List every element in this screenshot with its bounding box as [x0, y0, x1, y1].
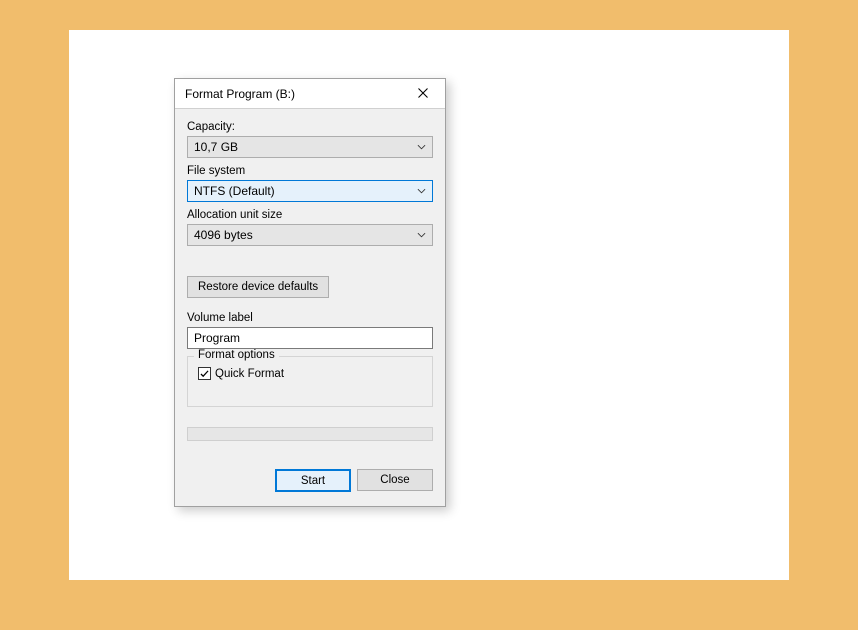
quick-format-row[interactable]: Quick Format: [198, 367, 422, 380]
button-row: Start Close: [187, 469, 433, 492]
window-title: Format Program (B:): [185, 87, 295, 101]
filesystem-dropdown[interactable]: NTFS (Default): [187, 180, 433, 202]
filesystem-label: File system: [187, 165, 433, 177]
capacity-label: Capacity:: [187, 121, 433, 133]
chevron-down-icon: [417, 188, 426, 194]
format-dialog: Format Program (B:) Capacity: 10,7 GB Fi…: [174, 78, 446, 507]
volume-label-value: Program: [194, 331, 240, 345]
dialog-body: Capacity: 10,7 GB File system NTFS (Defa…: [175, 109, 445, 506]
quick-format-label: Quick Format: [215, 368, 284, 380]
capacity-dropdown[interactable]: 10,7 GB: [187, 136, 433, 158]
format-options-group: Format options Quick Format: [187, 356, 433, 407]
chevron-down-icon: [417, 232, 426, 238]
filesystem-value: NTFS (Default): [194, 184, 275, 198]
volume-label-caption: Volume label: [187, 312, 433, 324]
checkmark-icon: [200, 370, 209, 378]
close-button[interactable]: Close: [357, 469, 433, 491]
format-options-legend: Format options: [194, 349, 279, 361]
allocation-value: 4096 bytes: [194, 228, 253, 242]
capacity-value: 10,7 GB: [194, 140, 238, 154]
volume-label-input[interactable]: Program: [187, 327, 433, 349]
chevron-down-icon: [417, 144, 426, 150]
allocation-label: Allocation unit size: [187, 209, 433, 221]
progress-bar: [187, 427, 433, 441]
restore-defaults-button[interactable]: Restore device defaults: [187, 276, 329, 298]
close-icon: [418, 87, 428, 101]
allocation-dropdown[interactable]: 4096 bytes: [187, 224, 433, 246]
titlebar: Format Program (B:): [175, 79, 445, 109]
page-card: Format Program (B:) Capacity: 10,7 GB Fi…: [69, 30, 789, 580]
close-window-button[interactable]: [409, 83, 437, 105]
start-button[interactable]: Start: [275, 469, 351, 492]
quick-format-checkbox[interactable]: [198, 367, 211, 380]
